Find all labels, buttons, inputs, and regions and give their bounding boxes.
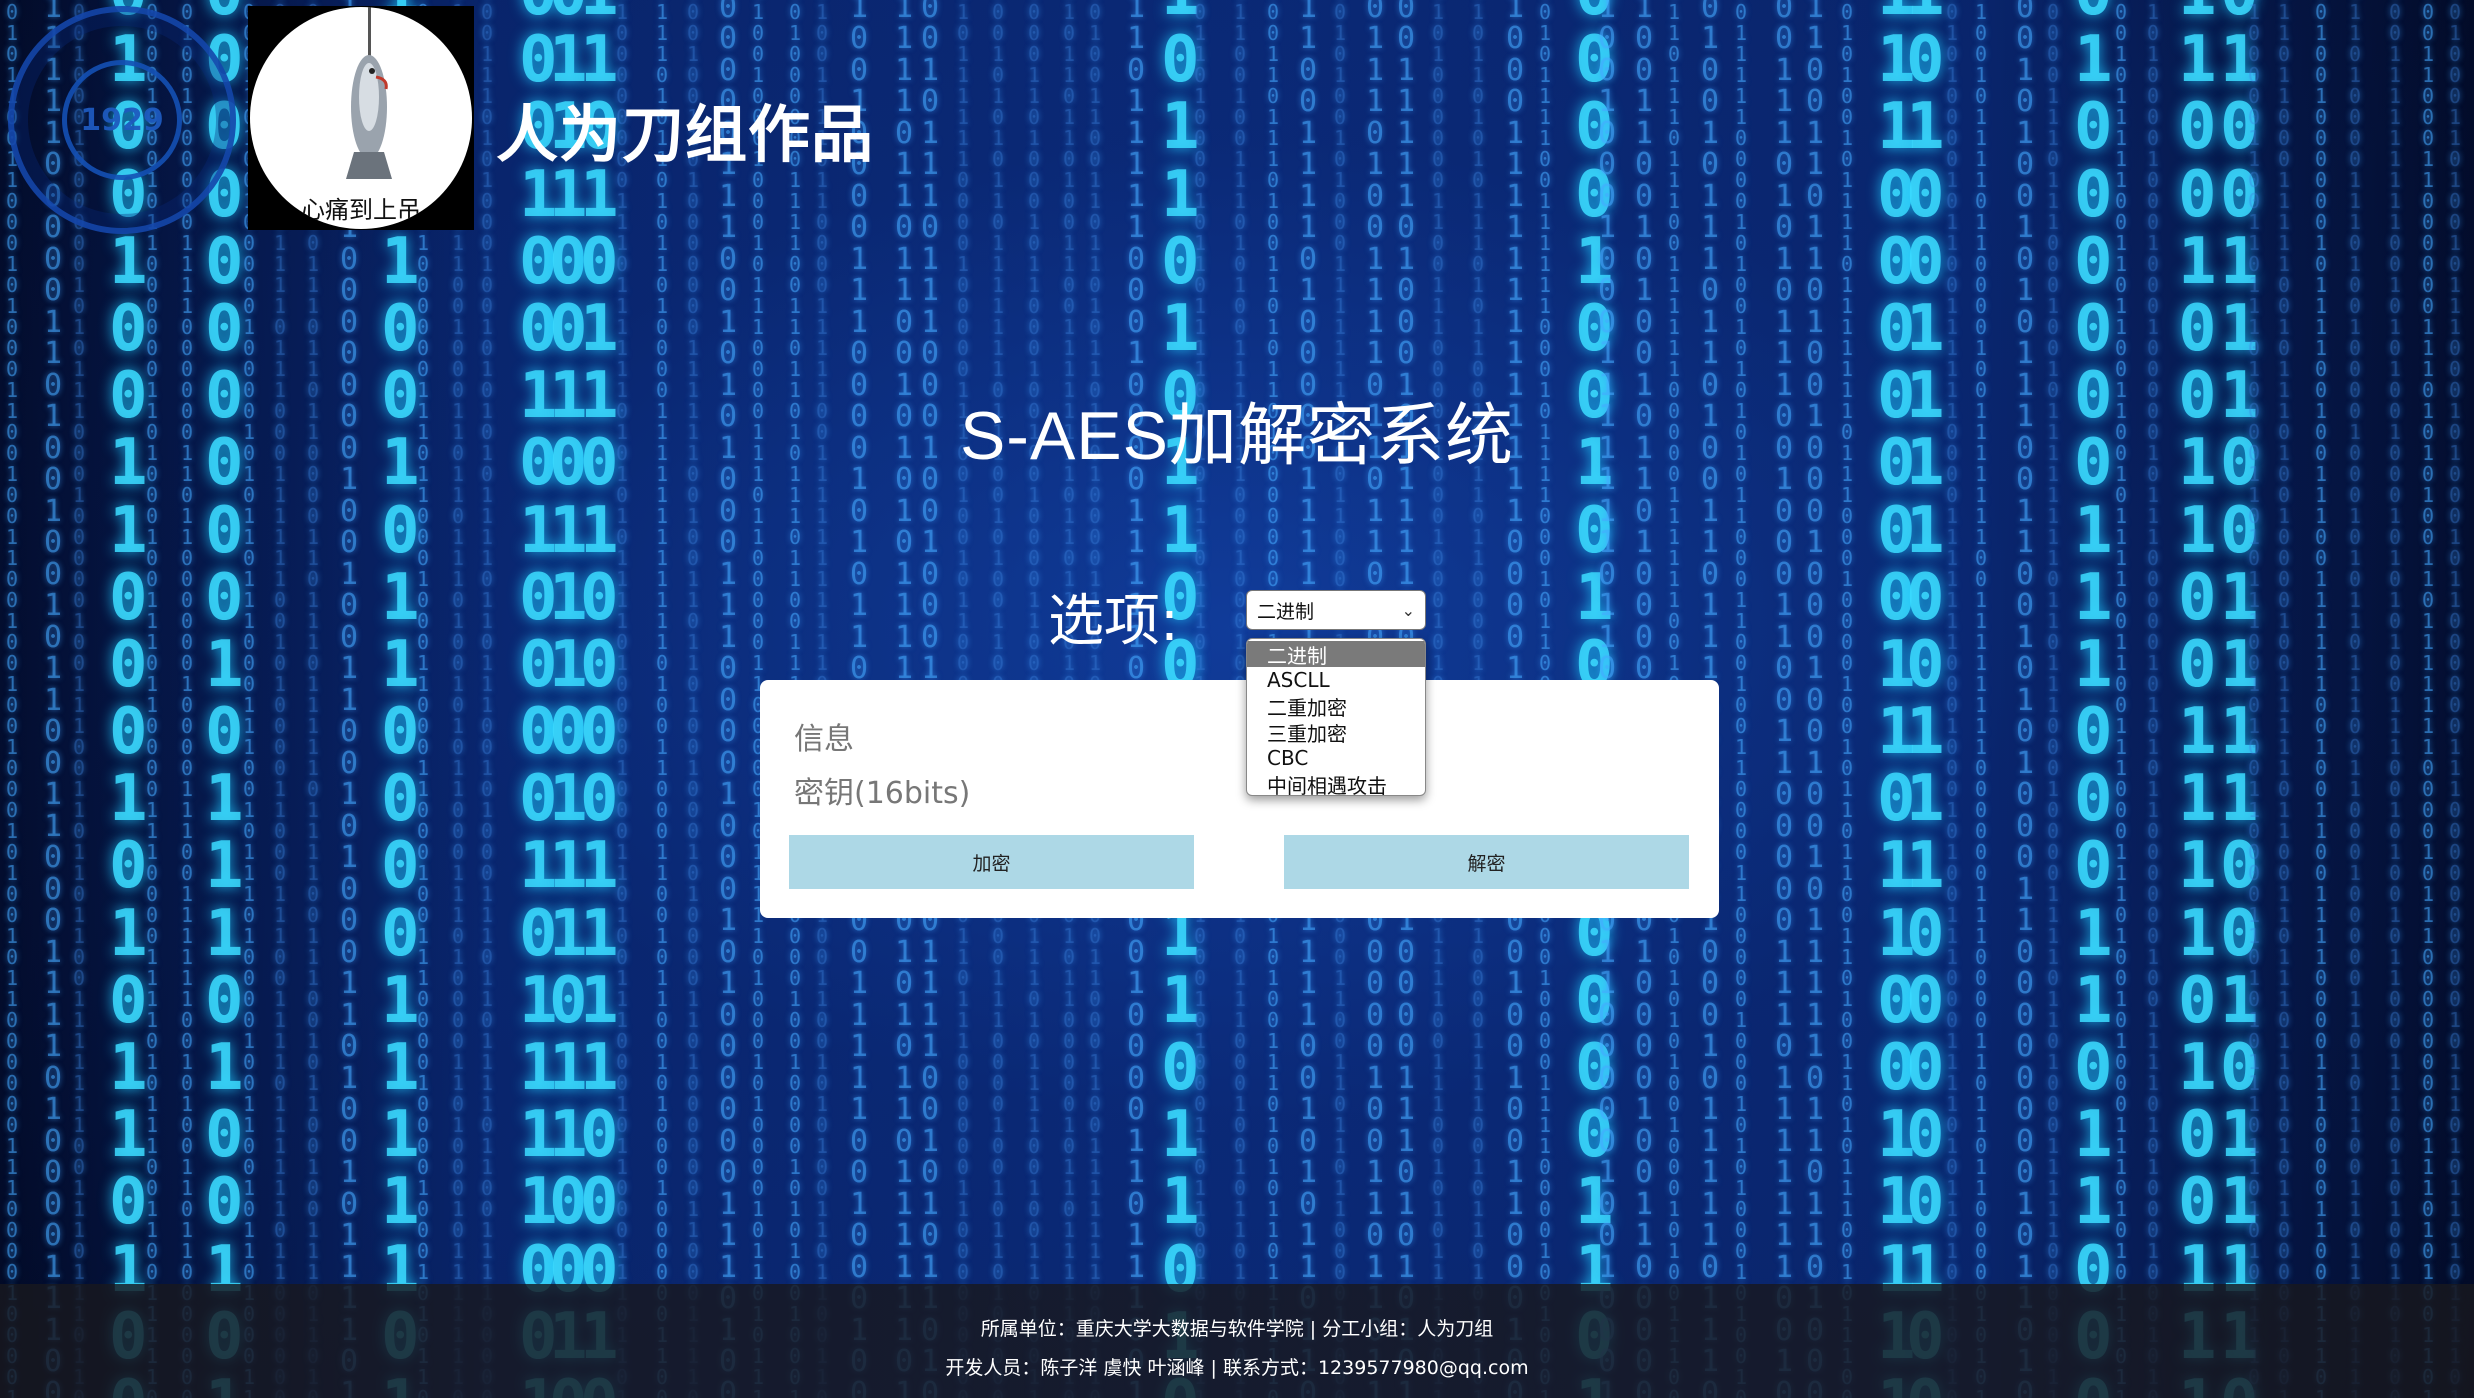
binary-column: 1 1 0 1 0 1 1 0 1 0 0 0 0 1 1 1 1 0 0 0 … bbox=[580, 0, 619, 1398]
dropdown-option[interactable]: 中间相遇攻击 bbox=[1247, 771, 1425, 796]
binary-column: 1 0 1 0 0 1 0 1 1 1 1 0 1 1 0 0 0 0 1 0 … bbox=[1975, 0, 1988, 1398]
encrypt-button[interactable]: 加密 bbox=[789, 835, 1194, 889]
key-input[interactable]: 密钥(16bits) bbox=[794, 768, 970, 812]
university-seal-icon: 1929 bbox=[8, 6, 236, 234]
footer: 所属单位：重庆大学大数据与软件学院 | 分工小组：人为刀组 开发人员：陈子洋 虞… bbox=[0, 1284, 2474, 1398]
avatar: 心痛到上吊 bbox=[248, 6, 474, 230]
binary-column: 1 0 0 1 0 1 0 0 0 0 1 0 1 1 0 0 1 1 1 1 … bbox=[1946, 0, 1959, 1398]
seal-center: 1929 bbox=[62, 60, 182, 180]
avatar-caption: 心痛到上吊 bbox=[301, 196, 421, 224]
binary-column: 1 1 0 1 0 0 0 1 1 0 1 0 0 1 0 1 1 1 0 0 … bbox=[2449, 0, 2462, 1398]
mode-select[interactable]: 二进制 ⌄ bbox=[1246, 590, 1426, 630]
binary-column: 0 0 0 0 0 0 0 0 0 0 1 0 1 1 1 0 1 0 0 1 … bbox=[205, 0, 244, 1398]
footer-contact: 开发人员：陈子洋 虞快 叶涵峰 | 联系方式：1239577980@qq.com bbox=[945, 1357, 1529, 1379]
binary-column: 0 1 1 0 0 0 0 0 1 1 0 0 1 1 0 1 1 1 0 1 … bbox=[2248, 0, 2261, 1398]
mode-select-value: 二进制 bbox=[1257, 600, 1315, 623]
crypto-form-card: 信息 密钥(16bits) 加密 解密 bbox=[760, 680, 1719, 918]
binary-column: 1 1 1 0 0 1 1 0 1 1 0 1 0 0 1 0 0 0 1 0 … bbox=[1806, 0, 1825, 1398]
binary-column: 0 1 0 1 0 0 1 0 0 0 0 0 0 1 0 1 1 1 1 0 … bbox=[2315, 0, 2328, 1398]
message-input[interactable]: 信息 bbox=[794, 714, 854, 758]
binary-column: 0 0 0 0 0 0 1 1 1 0 1 1 1 0 0 0 1 0 0 1 … bbox=[2047, 0, 2060, 1398]
binary-column: 0 1 1 1 0 1 1 0 0 0 1 1 1 1 1 0 0 1 0 1 … bbox=[2278, 0, 2291, 1398]
binary-column: 0 1 1 0 0 0 0 0 0 0 0 1 1 1 0 1 1 1 1 1 … bbox=[616, 0, 629, 1398]
mode-dropdown-list[interactable]: 二进制 ASCLL 二重加密 三重加密 CBC 中间相遇攻击 bbox=[1246, 638, 1426, 796]
binary-column: 0 0 1 1 1 0 1 0 1 1 0 1 0 1 1 0 1 0 0 0 … bbox=[656, 0, 669, 1398]
binary-column: 0 0 0 1 0 1 1 0 0 1 1 0 0 0 1 0 1 0 0 0 … bbox=[6, 0, 19, 1398]
dropdown-option[interactable]: 三重加密 bbox=[1247, 719, 1425, 746]
binary-column: 0 0 0 0 1 1 0 0 0 1 1 0 0 0 0 0 0 1 1 1 … bbox=[2422, 0, 2435, 1398]
dropdown-option[interactable]: ASCLL bbox=[1247, 667, 1425, 693]
binary-column: 1 1 1 1 0 1 0 0 0 0 1 1 1 0 1 0 0 1 0 0 … bbox=[2349, 0, 2362, 1398]
binary-column: 1 1 0 0 1 1 1 0 1 0 1 0 0 0 1 0 0 1 0 1 … bbox=[481, 0, 494, 1398]
dropdown-option[interactable]: CBC bbox=[1247, 745, 1425, 771]
binary-column: 1 0 1 0 0 1 1 1 1 0 0 1 1 1 0 0 0 0 0 1 … bbox=[1906, 0, 1945, 1398]
binary-column: 1 1 0 0 1 0 0 1 1 0 1 0 0 0 0 0 0 0 1 1 … bbox=[687, 0, 700, 1398]
brand-title: 人为刀组作品 bbox=[496, 98, 875, 171]
binary-column: 1 0 0 1 0 1 0 0 1 0 1 0 1 1 1 0 0 1 1 0 … bbox=[2016, 0, 2035, 1398]
footer-affiliation: 所属单位：重庆大学大数据与软件学院 | 分工小组：人为刀组 bbox=[980, 1318, 1494, 1340]
binary-column: 0 1 0 0 0 0 0 0 1 1 1 0 0 0 1 1 0 1 1 0 … bbox=[2074, 0, 2113, 1398]
avatar-circle: 心痛到上吊 bbox=[250, 7, 472, 229]
seal-year: 1929 bbox=[80, 102, 164, 138]
binary-column: 0 0 0 1 1 1 0 1 0 1 0 1 1 1 0 0 1 0 0 0 … bbox=[1775, 0, 1794, 1398]
binary-column: 0 0 0 1 1 1 1 1 0 0 0 0 1 0 1 0 0 1 0 1 … bbox=[1735, 0, 1748, 1398]
binary-column: 0 0 0 0 0 0 1 1 1 0 0 1 0 1 0 1 0 0 0 1 … bbox=[719, 0, 738, 1398]
hanging-fish-icon bbox=[346, 55, 392, 179]
binary-column: 1 1 0 0 1 0 1 1 1 1 1 0 0 1 1 0 1 1 0 0 … bbox=[2115, 0, 2128, 1398]
page-title: S-AES加解密系统 bbox=[959, 398, 1515, 474]
dropdown-option[interactable]: 二进制 bbox=[1247, 641, 1425, 668]
binary-column: 0 0 1 0 1 0 0 0 0 1 0 0 0 1 0 0 0 1 0 0 … bbox=[2147, 0, 2160, 1398]
decrypt-button[interactable]: 解密 bbox=[1284, 835, 1689, 889]
binary-column: 1 1 0 0 1 0 0 1 1 0 0 1 1 1 1 0 1 0 0 1 … bbox=[2178, 0, 2217, 1398]
chevron-down-icon: ⌄ bbox=[1401, 600, 1415, 620]
binary-column: 1 1 0 0 1 1 1 1 1 1 1 1 1 0 0 1 0 1 0 1 … bbox=[2389, 0, 2402, 1398]
option-label: 选项: bbox=[1048, 589, 1179, 654]
dropdown-option[interactable]: 二重加密 bbox=[1247, 693, 1425, 720]
binary-column: 0 0 0 1 0 1 0 0 1 0 1 1 1 1 0 1 1 1 1 1 … bbox=[1841, 0, 1854, 1398]
